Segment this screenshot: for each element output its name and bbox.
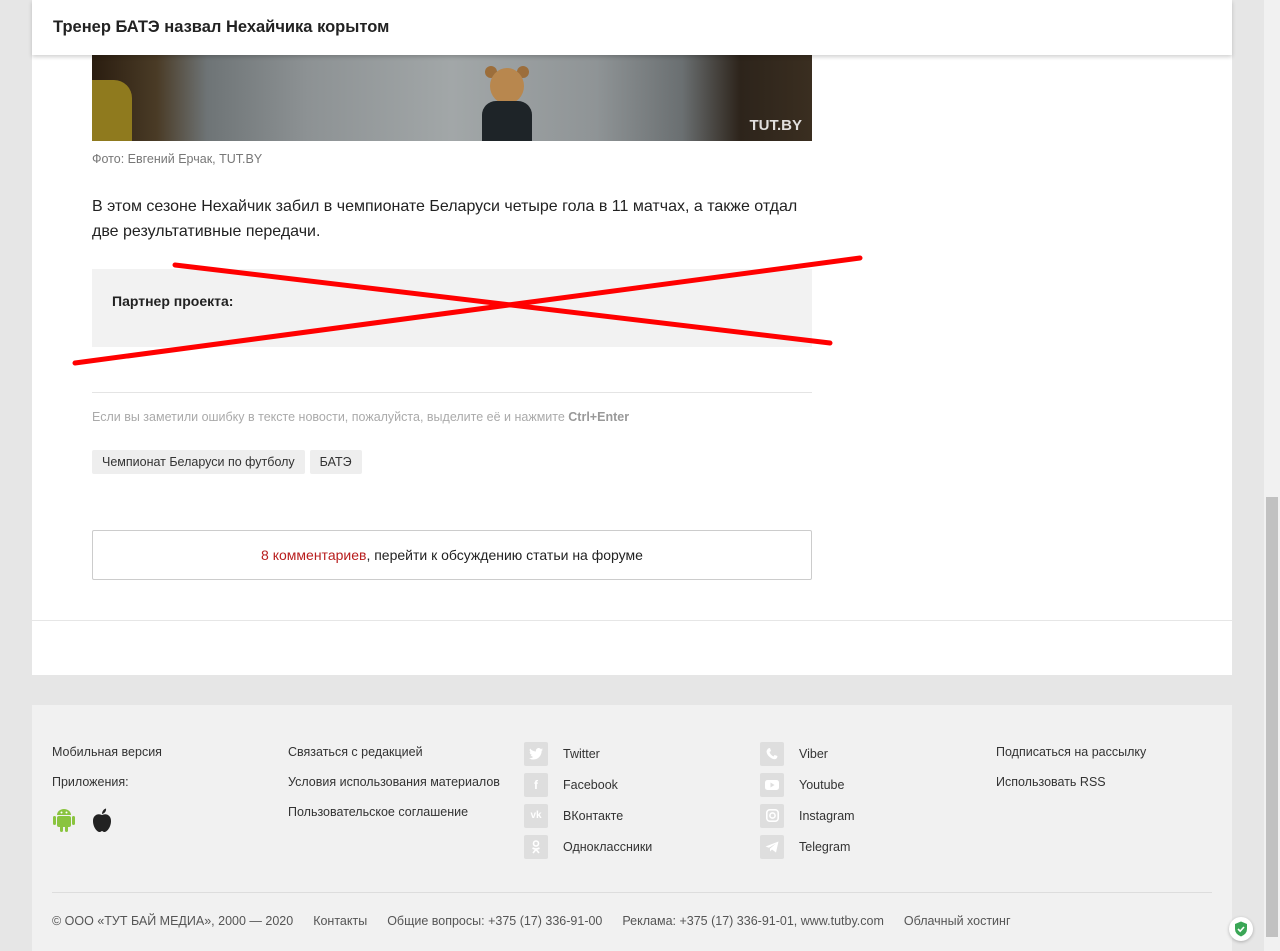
social-telegram[interactable]: Telegram — [760, 831, 855, 862]
telegram-icon — [760, 834, 784, 859]
article-photo: TUT.BY — [92, 55, 812, 141]
rss-link[interactable]: Использовать RSS — [996, 775, 1146, 805]
partner-block: Партнер проекта: — [92, 269, 812, 347]
social-vk[interactable]: vk ВКонтакте — [524, 800, 652, 831]
vk-icon: vk — [524, 803, 548, 828]
app-icons — [52, 807, 162, 833]
error-report-note: Если вы заметили ошибку в тексте новости… — [92, 410, 629, 424]
footer-bottom-bar: © ООО «ТУТ БАЙ МЕДИА», 2000 — 2020 Конта… — [52, 914, 1011, 928]
contact-editors-link[interactable]: Связаться с редакцией — [288, 745, 500, 775]
twitter-icon — [524, 741, 548, 766]
terms-materials-link[interactable]: Условия использования материалов — [288, 775, 500, 805]
facebook-icon: f — [524, 772, 548, 797]
content-divider — [92, 392, 812, 393]
viber-label: Viber — [799, 746, 828, 761]
user-agreement-link[interactable]: Пользовательское соглашение — [288, 805, 500, 835]
shield-icon[interactable] — [1229, 917, 1253, 941]
footer-divider — [52, 892, 1212, 893]
cloud-hosting-link[interactable]: Облачный хостинг — [904, 914, 1011, 928]
instagram-label: Instagram — [799, 808, 855, 823]
vk-label: ВКонтакте — [563, 808, 624, 823]
tag-list: Чемпионат Беларуси по футболу БАТЭ — [92, 450, 362, 474]
error-note-text: Если вы заметили ошибку в тексте новости… — [92, 410, 569, 424]
footer-col-social-1: Twitter f Facebook vk ВКонтакте Одноклас… — [524, 738, 652, 862]
footer-col-subscribe: Подписаться на рассылку Использовать RSS — [996, 745, 1146, 805]
sticky-header: Тренер БАТЭ назвал Нехайчика корытом — [32, 0, 1232, 55]
youtube-label: Youtube — [799, 777, 845, 792]
tag-chempionat[interactable]: Чемпионат Беларуси по футболу — [92, 450, 305, 474]
photo-caption: Фото: Евгений Ерчак, TUT.BY — [92, 152, 263, 166]
viber-icon — [760, 741, 784, 766]
general-questions-phone: Общие вопросы: +375 (17) 336-91-00 — [387, 914, 603, 928]
instagram-icon — [760, 803, 784, 828]
footer-col-apps: Мобильная версия Приложения: — [52, 745, 162, 833]
article-title: Тренер БАТЭ назвал Нехайчика корытом — [53, 18, 390, 36]
footer: Мобильная версия Приложения: Связаться с… — [32, 705, 1232, 951]
chair-shape — [92, 80, 132, 141]
social-twitter[interactable]: Twitter — [524, 738, 652, 769]
facebook-label: Facebook — [563, 777, 618, 792]
contacts-link[interactable]: Контакты — [313, 914, 367, 928]
comments-count-link[interactable]: 8 комментариев — [261, 547, 366, 563]
social-youtube[interactable]: Youtube — [760, 769, 855, 800]
bear-head — [490, 68, 524, 104]
apps-label: Приложения: — [52, 775, 129, 789]
partner-label: Партнер проекта: — [112, 293, 234, 309]
social-facebook[interactable]: f Facebook — [524, 769, 652, 800]
footer-col-info: Связаться с редакцией Условия использова… — [288, 745, 500, 835]
social-odnoklassniki[interactable]: Одноклассники — [524, 831, 652, 862]
social-viber[interactable]: Viber — [760, 738, 855, 769]
android-icon[interactable] — [52, 807, 76, 833]
tag-bate[interactable]: БАТЭ — [309, 450, 362, 474]
apple-icon[interactable] — [90, 807, 114, 833]
odnoklassniki-label: Одноклассники — [563, 839, 653, 854]
advertising-contact: Реклама: +375 (17) 336-91-01, www.tutby.… — [622, 914, 884, 928]
copyright-text: © ООО «ТУТ БАЙ МЕДИА», 2000 — 2020 — [52, 914, 294, 928]
social-instagram[interactable]: Instagram — [760, 800, 855, 831]
bear-body — [482, 101, 532, 141]
subscribe-newsletter-link[interactable]: Подписаться на рассылку — [996, 745, 1146, 775]
page-divider — [32, 620, 1232, 621]
twitter-label: Twitter — [563, 746, 600, 761]
photo-watermark: TUT.BY — [749, 117, 803, 134]
odnoklassniki-icon — [524, 834, 548, 859]
error-note-shortcut: Ctrl+Enter — [568, 410, 630, 424]
youtube-icon — [760, 772, 784, 797]
telegram-label: Telegram — [799, 839, 851, 854]
forum-comments-button[interactable]: 8 комментариев, перейти к обсуждению ста… — [92, 530, 812, 580]
article-paragraph: В этом сезоне Нехайчик забил в чемпионат… — [92, 198, 798, 240]
forum-link-text: , перейти к обсуждению статьи на форуме — [366, 547, 643, 563]
mobile-version-link[interactable]: Мобильная версия — [52, 745, 162, 775]
footer-col-social-2: Viber Youtube Instagram Telegram — [760, 738, 855, 862]
scrollbar-thumb[interactable] — [1266, 497, 1278, 937]
